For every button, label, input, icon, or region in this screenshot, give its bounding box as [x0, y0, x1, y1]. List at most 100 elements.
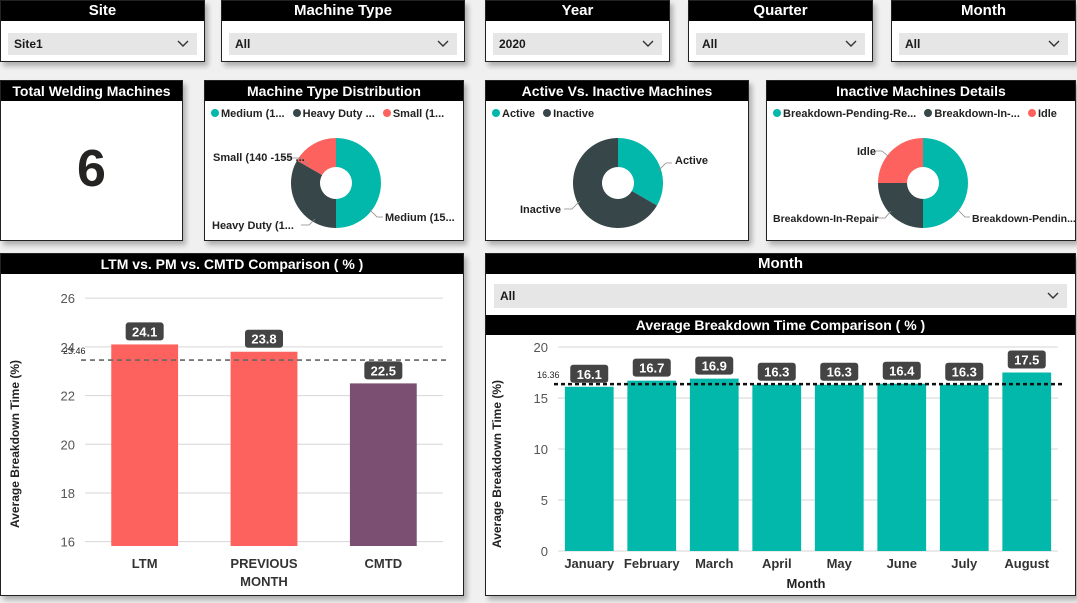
donut-slice[interactable] [923, 138, 968, 228]
bar[interactable] [111, 344, 179, 546]
inactive-details-card: Inactive Machines Details Breakdown-Pend… [766, 80, 1076, 241]
y-tick-label: 5 [541, 493, 548, 508]
x-tick-label: June [887, 556, 917, 571]
data-label: 22.5 [371, 363, 396, 378]
y-tick-label: 16 [61, 535, 75, 550]
active-inactive-title: Active Vs. Inactive Machines [486, 81, 748, 101]
chevron-down-icon [1048, 40, 1060, 47]
ltm-comparison-title: LTM vs. PM vs. CMTD Comparison ( % ) [1, 254, 463, 274]
slice-label-medium: Medium (15... [385, 212, 455, 224]
inactive-details-title: Inactive Machines Details [767, 81, 1075, 101]
donut-slice[interactable] [291, 160, 336, 229]
bar[interactable] [564, 386, 614, 551]
chevron-down-icon [437, 40, 449, 47]
year-slicer: Year 2020 [485, 0, 670, 62]
ltm-bar-chart: 161820222426 24.1LTM23.8PREVIOUSMONTH22.… [8, 291, 447, 589]
bar[interactable] [689, 378, 739, 551]
x-tick-label: July [951, 556, 978, 571]
month-dropdown[interactable]: All [899, 33, 1068, 55]
y-tick-label: 20 [534, 340, 548, 355]
y-tick-label: 15 [534, 391, 548, 406]
chevron-down-icon [1047, 292, 1059, 299]
month-slicer: Month All [891, 0, 1076, 62]
bar[interactable] [1002, 372, 1052, 552]
month-dropdown-2-value: All [500, 289, 516, 303]
data-label: 17.5 [1014, 353, 1039, 368]
site-slicer: Site Site1 [0, 0, 205, 62]
month-slicer-2: Month All Average Breakdown Time Compari… [485, 253, 1076, 596]
data-label: 16.7 [639, 361, 664, 376]
machine-type-slicer: Machine Type All [221, 0, 465, 62]
total-machines-title: Total Welding Machines [1, 81, 182, 101]
x-tick-label: March [695, 556, 733, 571]
data-label: 16.4 [889, 364, 915, 379]
avg-breakdown-title: Average Breakdown Time Comparison ( % ) [486, 315, 1075, 335]
data-label: 16.3 [827, 365, 852, 380]
donut-slice[interactable] [878, 183, 923, 228]
donut-slices [878, 138, 968, 228]
bar[interactable] [939, 384, 989, 551]
average-line-label: 16.36 [537, 370, 560, 380]
bar[interactable] [752, 384, 802, 551]
x-tick-label: MONTH [240, 574, 288, 589]
bars: 24.1 LTM 23.8 PREVIOUS MONTH 22.5 CMTD 23.46 [63, 322, 447, 589]
slice-label-small: Small (140 -155 ... [213, 152, 305, 164]
y-tick-label: 22 [61, 389, 75, 404]
chevron-down-icon [177, 40, 189, 47]
y-axis-label: Average Breakdown Time (%) [8, 360, 22, 528]
machine-type-card: Machine Type Distribution Medium (1... H… [204, 80, 464, 241]
data-label: 16.3 [764, 365, 789, 380]
machine-type-title: Machine Type Distribution [205, 81, 463, 101]
site-slicer-title: Site [1, 1, 204, 21]
site-dropdown-value: Site1 [14, 37, 43, 51]
donut-slices [573, 138, 663, 228]
year-dropdown[interactable]: 2020 [493, 33, 662, 55]
machine-type-dropdown[interactable]: All [229, 33, 457, 55]
active-inactive-donut: Active Inactive [520, 138, 708, 228]
avg-breakdown-bar-chart: 0 5 10 15 20 16.1 January 16.7 February 16.9 Marc… [490, 340, 1062, 591]
data-label: 23.8 [251, 332, 276, 347]
y-tick-label: 18 [61, 486, 75, 501]
bar[interactable] [877, 383, 927, 551]
total-machines-card: Total Welding Machines 6 [0, 80, 183, 241]
x-axis-label: Month [787, 576, 826, 591]
x-tick-label: February [624, 556, 680, 571]
bar[interactable] [627, 380, 677, 551]
quarter-slicer: Quarter All [688, 0, 873, 62]
x-tick-label: May [827, 556, 853, 571]
bar[interactable] [349, 383, 417, 546]
leader-line [956, 208, 970, 218]
y-tick-label: 0 [541, 544, 548, 559]
slice-label-heavy: Heavy Duty (1... [212, 220, 294, 232]
month-slicer-2-title: Month [486, 254, 1075, 274]
y-tick-label: 20 [61, 437, 75, 452]
bar[interactable] [230, 351, 298, 546]
year-dropdown-value: 2020 [499, 37, 526, 51]
year-slicer-title: Year [486, 1, 669, 21]
data-label: 16.3 [952, 365, 977, 380]
total-machines-value: 6 [77, 140, 106, 198]
bar[interactable] [814, 384, 864, 551]
machine-type-donut: Small (140 -155 ... Heavy Duty (1... Med… [212, 138, 455, 232]
month-dropdown-value: All [905, 37, 921, 51]
ltm-comparison-card: LTM vs. PM vs. CMTD Comparison ( % ) 16 1… [0, 253, 464, 596]
y-tick-label: 10 [534, 442, 548, 457]
chevron-down-icon [642, 40, 654, 47]
data-label: 24.1 [132, 324, 157, 339]
x-tick-label: January [564, 556, 615, 571]
month-dropdown-2[interactable]: All [494, 284, 1067, 308]
slice-label-inactive: Inactive [520, 204, 561, 216]
site-dropdown[interactable]: Site1 [8, 33, 197, 55]
data-label: 16.1 [577, 367, 602, 382]
quarter-dropdown[interactable]: All [696, 33, 865, 55]
slice-label-idle: Idle [857, 146, 876, 158]
active-inactive-card: Active Vs. Inactive Machines Active Inac… [485, 80, 749, 241]
data-label: 16.9 [702, 359, 727, 374]
slice-label-pending: Breakdown-Pendin... [972, 213, 1075, 225]
donut-slice[interactable] [618, 138, 663, 206]
donut-slice[interactable] [878, 138, 923, 183]
inactive-details-donut: Idle Breakdown-In-Repair Breakdown-Pendi… [773, 138, 1075, 228]
average-line-label: 23.46 [63, 346, 86, 356]
x-tick-label: April [762, 556, 792, 571]
bars: 16.1 January 16.7 February 16.9 March 16.3 Apri… [537, 350, 1062, 571]
